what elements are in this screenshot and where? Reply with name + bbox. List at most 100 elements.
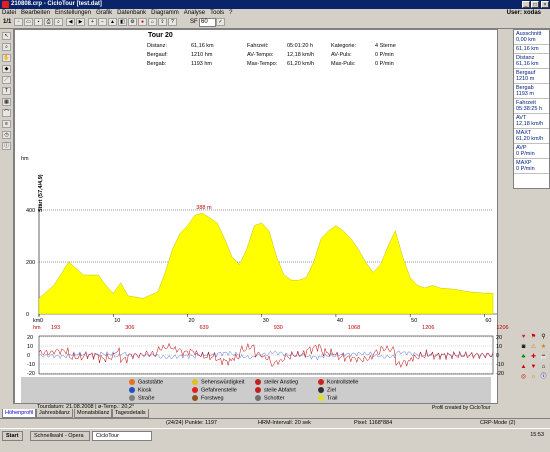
chart-icon[interactable]: ▲ [108,18,117,26]
save-icon[interactable]: ▪ [34,18,43,26]
warning-icon[interactable]: ⚠ [530,344,537,351]
apply-icon[interactable]: ✓ [216,18,225,26]
arrow-down-icon[interactable]: ▼ [530,364,537,371]
stat-item: Bergab 1193 m [514,84,549,99]
star-icon[interactable]: ★ [540,344,547,351]
cup-icon[interactable]: ☕ [540,354,547,361]
stat-item: 61,16 km [514,45,549,54]
tool-clock-icon[interactable]: ◷ [2,131,11,139]
bike-icon[interactable]: ⚲ [540,334,547,341]
tool-hand-icon[interactable]: ✋ [2,54,11,62]
lower-y-tick-label-right: -20 [496,371,504,377]
lower-y-tick-label: -10 [27,362,35,368]
next-icon[interactable]: ▶ [76,18,85,26]
legend-marker-icon [129,395,135,401]
legend-marker-icon [129,379,135,385]
menu-item-8[interactable]: ? [229,10,232,16]
cross-icon[interactable]: ✚ [530,354,537,361]
elevation-area [38,212,494,315]
lower-y-tick-label: 20 [27,335,33,341]
legend-item: Kiosk [129,387,151,393]
info-icon[interactable]: ⓘ [540,374,547,381]
maximize-button[interactable]: □ [531,1,539,8]
print-icon[interactable]: ⎙ [44,18,53,26]
stat-item: Distanz 61,16 km [514,54,549,69]
window-title: 210808.crp - CicloTour [test.dat] [11,1,102,7]
legend-item: Gaststätte [129,379,163,385]
tool-list-icon[interactable]: ≡ [2,120,11,128]
tab-monatsbilanz[interactable]: Monatsbilanz [74,409,113,418]
heart-icon[interactable]: ♥ [520,334,527,341]
prev-icon[interactable]: ◀ [66,18,75,26]
start-label: Start (57,4/4,9) [38,174,44,212]
user-label: User: xodas [506,10,541,16]
camera-icon[interactable]: ◙ [520,344,527,351]
export-icon[interactable]: ⇪ [158,18,167,26]
tool-profile-icon[interactable]: ⌒ [2,109,11,117]
arrow-up-icon[interactable]: ▲ [520,364,527,371]
hm-value-label: 306 [125,325,134,331]
menu-item-2[interactable]: Einstellungen [55,10,91,16]
tab-jahresbilanz[interactable]: Jahresbilanz [36,409,73,418]
home-icon[interactable]: ⌂ [540,364,547,371]
zoom-in-icon[interactable]: + [88,18,97,26]
target-icon[interactable]: ◎ [520,374,527,381]
x-tick-label: 10 [114,318,120,324]
status-bar: (24/24) Punkte: 1197 HRM-Intervall: 20 s… [0,418,550,428]
menu-bar: Datei Bearbeiten Einstellungen Grafik Datenb… [0,9,550,17]
tool-grid-icon[interactable]: ▦ [2,98,11,106]
stat-value: 0,00 km [516,37,536,43]
stat-value: 05:38:25 h [516,106,542,112]
gpx-icon[interactable]: ⌂ [148,18,157,26]
tour-stat-cell: AV-Puls: [331,52,352,58]
color-icon[interactable]: ● [138,18,147,26]
map-icon[interactable]: ◧ [118,18,127,26]
stat-value: 0 P/min [516,151,535,157]
legend-marker-icon [255,379,261,385]
zoom-out-icon[interactable]: − [98,18,107,26]
tour-stat-cell: 0 P/min [375,52,394,58]
tree-icon[interactable]: ♣ [520,354,527,361]
menu-item-7[interactable]: Tools [210,10,224,16]
tool-marker-icon[interactable]: ◆ [2,65,11,73]
tool-cursor-icon[interactable]: ↖ [2,32,11,40]
tour-stat-cell: Bergab: [147,61,167,67]
tool-line-icon[interactable]: ／ [2,76,11,84]
tour-stat-cell: 61,20 km/h [287,61,315,67]
tool-zoom-icon[interactable]: ⌕ [2,43,11,51]
tool-info-icon[interactable]: ⓘ [2,142,11,150]
open-icon[interactable]: ▭ [24,18,33,26]
tab-hoehenprofil[interactable]: Höhenprofil [2,409,37,418]
x-tick-label: 20 [188,318,194,324]
hm-value-label: 930 [274,325,283,331]
settings-icon[interactable]: ⚙ [128,18,137,26]
menu-item-6[interactable]: Analyse [184,10,205,16]
menu-item-0[interactable]: Datei [2,10,16,16]
stat-value: 12,18 km/h [516,121,544,127]
tab-tagesdetails[interactable]: Tagesdetails [112,409,149,418]
left-toolbar: ↖ ⌕ ✋ ◆ ／ T ▦ ⌒ ≡ ◷ ⓘ [0,29,14,404]
poi-icon-panel: ♥ ⚑ ⚲ ◙ ⚠ ★ ♣ ✚ ☕ ▲ ▼ ⌂ ◎ ☼ ⓘ [516,332,550,392]
x-tick-label: 40 [337,318,343,324]
menu-item-1[interactable]: Bearbeiten [21,10,50,16]
legend-marker-icon [318,379,324,385]
close-button[interactable]: × [541,1,549,8]
minimize-button[interactable]: _ [522,1,530,8]
sun-icon[interactable]: ☼ [530,374,537,381]
tool-text-icon[interactable]: T [2,87,11,95]
clock: 15:53 [530,432,544,438]
new-icon[interactable]: ▫ [14,18,23,26]
legend-item: Kontrollstelle [318,379,359,385]
search-icon[interactable]: ⌕ [54,18,63,26]
legend: Gaststätte Kiosk Straße Sehenswürdigkeit Gef… [21,377,491,403]
status-points: (24/24) Punkte: 1197 [166,420,217,426]
menu-item-3[interactable]: Grafik [96,10,112,16]
legend-marker-icon [192,395,198,401]
sf-input[interactable]: 60 [199,18,216,27]
flag-icon[interactable]: ⚑ [530,334,537,341]
x-tick-label: 50 [411,318,417,324]
stat-value: 1193 m [516,91,534,97]
menu-item-5[interactable]: Diagramm [151,10,179,16]
help-icon[interactable]: ? [168,18,177,26]
menu-item-4[interactable]: Datenbank [117,10,146,16]
